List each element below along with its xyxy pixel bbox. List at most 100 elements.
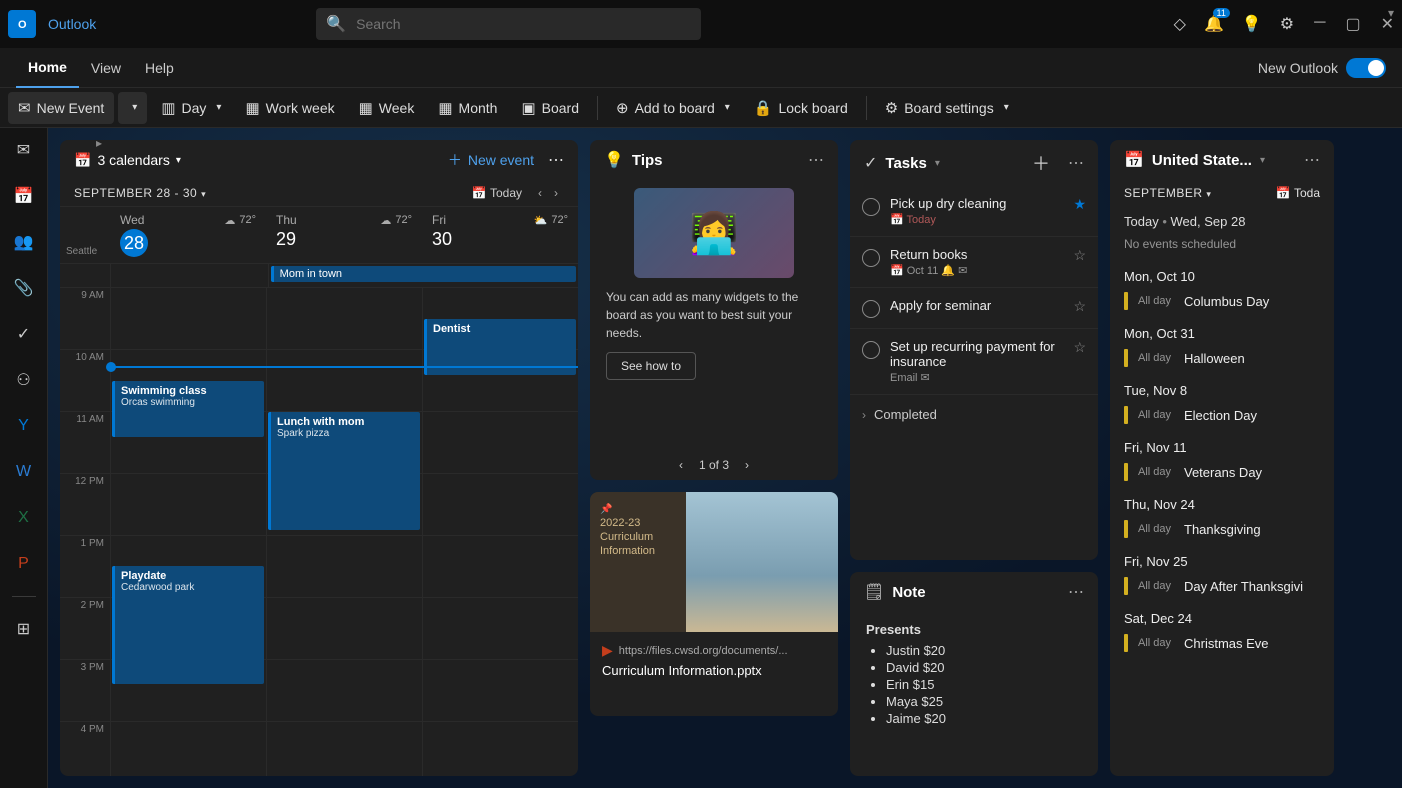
- rail-org-icon[interactable]: ⚇: [10, 366, 38, 394]
- outlook-app-icon: O: [8, 10, 36, 38]
- note-list[interactable]: Justin $20David $20Erin $15Maya $25Jaime…: [866, 643, 1082, 726]
- note-more-icon[interactable]: ⋯: [1068, 582, 1084, 602]
- holidays-more-icon[interactable]: ⋯: [1304, 150, 1320, 170]
- task-checkbox[interactable]: [862, 300, 880, 318]
- minimize-button[interactable]: ─: [1314, 14, 1325, 34]
- holiday-event[interactable]: All dayHalloween: [1110, 345, 1334, 375]
- board-settings-button[interactable]: ⚙Board settings▾: [875, 92, 1019, 124]
- ribbon-expand-icon[interactable]: ▾: [1388, 6, 1394, 20]
- notifications-icon[interactable]: 🔔11: [1204, 14, 1224, 34]
- note-heading[interactable]: Presents: [866, 622, 1082, 637]
- day-column-thu[interactable]: Thu☁72° 29: [266, 207, 422, 263]
- week-button[interactable]: ▦Week: [349, 92, 425, 124]
- holiday-event[interactable]: All dayThanksgiving: [1110, 516, 1334, 546]
- rail-word-icon[interactable]: W: [10, 458, 38, 486]
- rail-people-icon[interactable]: 👥: [10, 228, 38, 256]
- chevron-down-icon[interactable]: ▾: [1260, 155, 1265, 166]
- tasks-add-icon[interactable]: ＋: [1032, 150, 1050, 176]
- rail-powerpoint-icon[interactable]: P: [10, 550, 38, 578]
- calendar-icon: 📅: [74, 152, 91, 169]
- settings-icon[interactable]: ⚙: [1280, 14, 1294, 34]
- calendar-event[interactable]: PlaydateCedarwood park: [112, 566, 264, 684]
- task-checkbox[interactable]: [862, 249, 880, 267]
- holiday-event[interactable]: All dayColumbus Day: [1110, 288, 1334, 318]
- task-star-icon[interactable]: ☆: [1073, 247, 1086, 264]
- tips-prev-icon[interactable]: ‹: [679, 458, 683, 472]
- day-icon: ▥: [161, 99, 175, 117]
- holiday-event[interactable]: All dayElection Day: [1110, 402, 1334, 432]
- insights-icon[interactable]: ◇: [1174, 14, 1186, 34]
- task-item[interactable]: Apply for seminar ☆: [850, 288, 1098, 329]
- rail-more-apps-icon[interactable]: ⊞: [10, 615, 38, 643]
- task-checkbox[interactable]: [862, 341, 880, 359]
- work-week-button[interactable]: ▦Work week: [235, 92, 344, 124]
- rail-files-icon[interactable]: 📎: [10, 274, 38, 302]
- task-star-icon[interactable]: ☆: [1073, 339, 1086, 356]
- search-input[interactable]: [356, 16, 691, 32]
- board-button[interactable]: ▣Board: [511, 92, 589, 124]
- rail-yammer-icon[interactable]: Y: [10, 412, 38, 440]
- svg-text:O: O: [18, 19, 27, 31]
- new-event-dropdown[interactable]: ▾: [118, 92, 147, 124]
- task-item[interactable]: Pick up dry cleaning 📅 Today ★: [850, 186, 1098, 237]
- holidays-today-button[interactable]: 📅 Toda: [1276, 186, 1320, 200]
- calendar-event[interactable]: Swimming classOrcas swimming: [112, 381, 264, 437]
- day-column-fri[interactable]: Fri⛅72° 30: [422, 207, 578, 263]
- month-button[interactable]: ▦Month: [428, 92, 507, 124]
- lock-icon: 🔒: [754, 99, 773, 117]
- task-star-icon[interactable]: ★: [1073, 196, 1086, 213]
- calendar-more-icon[interactable]: ⋯: [548, 150, 564, 170]
- new-outlook-label: New Outlook: [1258, 60, 1338, 76]
- day-view-button[interactable]: ▥Day▾: [151, 92, 231, 124]
- calendar-prev-icon[interactable]: ‹: [532, 186, 548, 200]
- calendar-range[interactable]: September 28 - 30 ▾: [74, 186, 206, 200]
- allday-event[interactable]: Mom in town: [271, 266, 576, 282]
- side-panel-toggle-icon[interactable]: ▸: [96, 136, 102, 150]
- gear-icon: ⚙: [885, 99, 898, 117]
- note-item: Maya $25: [886, 694, 1082, 709]
- tab-view[interactable]: View: [79, 48, 133, 88]
- tips-see-how-button[interactable]: See how to: [606, 352, 696, 380]
- add-to-board-button[interactable]: ⊕Add to board▾: [606, 92, 740, 124]
- lightbulb-icon: 💡: [604, 150, 624, 170]
- tasks-more-icon[interactable]: ⋯: [1068, 153, 1084, 173]
- holiday-event[interactable]: All dayVeterans Day: [1110, 459, 1334, 489]
- weather-cloud-icon: ☁: [224, 214, 235, 227]
- tips-widget: 💡 Tips ⋯ You can add as many widgets to …: [590, 140, 838, 480]
- rail-todo-icon[interactable]: ✓: [10, 320, 38, 348]
- rail-calendar-icon[interactable]: 📅: [10, 182, 38, 210]
- task-checkbox[interactable]: [862, 198, 880, 216]
- holiday-event[interactable]: All dayChristmas Eve: [1110, 630, 1334, 660]
- task-item[interactable]: Set up recurring payment for insurance E…: [850, 329, 1098, 395]
- tab-help[interactable]: Help: [133, 48, 186, 88]
- rail-mail-icon[interactable]: ✉: [10, 136, 38, 164]
- hour-label: 3 PM: [60, 660, 110, 721]
- tasks-completed-toggle[interactable]: ›Completed: [850, 395, 1098, 434]
- calendar-event[interactable]: Lunch with momSpark pizza: [268, 412, 420, 530]
- new-event-button[interactable]: ✉New Event: [8, 92, 114, 124]
- holidays-month[interactable]: September ▾: [1124, 186, 1211, 200]
- calendar-title[interactable]: 📅3 calendars▾: [74, 152, 181, 169]
- task-item[interactable]: Return books 📅 Oct 11 🔔 ✉ ☆: [850, 237, 1098, 288]
- calendar-today-button[interactable]: 📅 Today: [472, 186, 522, 200]
- calendar-new-event-button[interactable]: ＋New event: [448, 150, 534, 170]
- tips-next-icon[interactable]: ›: [745, 458, 749, 472]
- task-star-icon[interactable]: ☆: [1073, 298, 1086, 315]
- lightbulb-icon[interactable]: 💡: [1242, 14, 1262, 34]
- lock-board-button[interactable]: 🔒Lock board: [744, 92, 858, 124]
- note-item: Jaime $20: [886, 711, 1082, 726]
- note-icon: 🗒: [864, 582, 884, 602]
- chevron-down-icon[interactable]: ▾: [935, 158, 940, 169]
- holiday-event[interactable]: All dayDay After Thanksgivi: [1110, 573, 1334, 603]
- new-outlook-toggle[interactable]: [1346, 58, 1386, 78]
- maximize-button[interactable]: ▢: [1345, 14, 1360, 34]
- tab-home[interactable]: Home: [16, 48, 79, 88]
- checkmark-icon: ✓: [864, 153, 877, 173]
- calendar-next-icon[interactable]: ›: [548, 186, 564, 200]
- search-box[interactable]: 🔍: [316, 8, 701, 40]
- calendar-icon: 📅: [1124, 150, 1144, 170]
- tips-more-icon[interactable]: ⋯: [808, 150, 824, 170]
- file-widget[interactable]: 📌 2022-23 Curriculum Information ▶https:…: [590, 492, 838, 716]
- day-column-wed[interactable]: Wed☁72° 28: [110, 207, 266, 263]
- rail-excel-icon[interactable]: X: [10, 504, 38, 532]
